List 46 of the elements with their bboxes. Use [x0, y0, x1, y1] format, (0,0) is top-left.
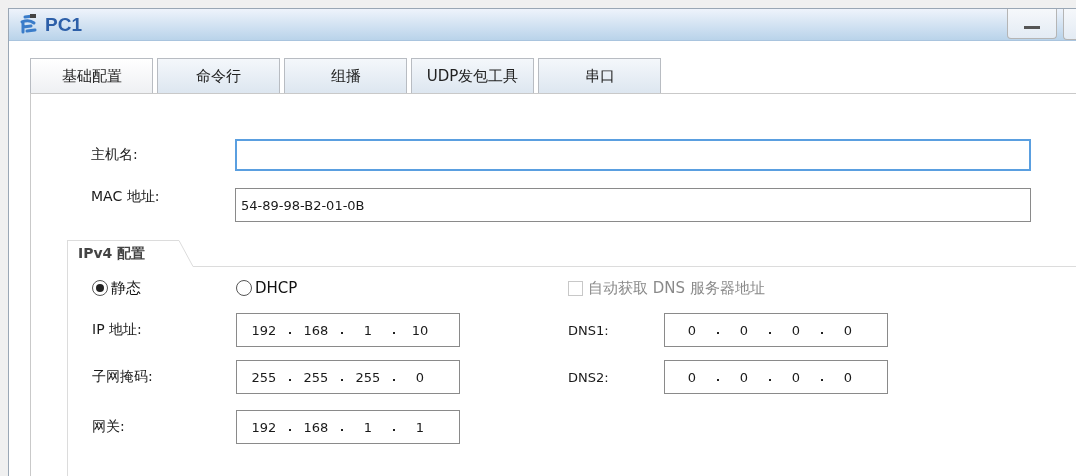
ip-address-field[interactable]: 192 168 1 10	[236, 313, 460, 347]
radio-button[interactable]: DHCP	[236, 279, 460, 297]
field-label: 网关:	[92, 418, 126, 436]
ip-address-field[interactable]: 255 255 255 0	[236, 360, 460, 394]
window-title: PC1	[45, 13, 82, 36]
tab[interactable]: 基础配置	[30, 58, 153, 93]
octet-field[interactable]: 0	[777, 322, 815, 338]
octet-field[interactable]: 0	[777, 369, 815, 385]
octet-field[interactable]: 0	[725, 322, 763, 338]
octet-field[interactable]: 0	[725, 369, 763, 385]
tab[interactable]: 命令行	[157, 58, 280, 93]
field-label: 主机名:	[91, 146, 139, 164]
field-label: MAC 地址:	[91, 187, 161, 206]
group-title: IPv4 配置	[67, 240, 176, 267]
octet-field[interactable]: 1	[349, 419, 387, 435]
octet-field[interactable]: 168	[297, 322, 335, 338]
octet-field[interactable]: 192	[245, 322, 283, 338]
octet-field[interactable]: 0	[401, 369, 439, 385]
field-label: DNS2:	[568, 369, 610, 385]
minimize-button[interactable]	[1007, 9, 1057, 39]
octet-field[interactable]: 168	[297, 419, 335, 435]
octet-field[interactable]: 1	[401, 419, 439, 435]
tab[interactable]: 组播	[284, 58, 407, 93]
octet-field[interactable]: 0	[673, 322, 711, 338]
octet-field[interactable]: 255	[245, 369, 283, 385]
mac-address-field[interactable]: 54-89-98-B2-01-0B	[235, 188, 1031, 222]
octet-field[interactable]: 255	[297, 369, 335, 385]
radio-button[interactable]: 静态	[92, 278, 236, 298]
field-label: IP 地址:	[92, 321, 143, 339]
ip-address-field[interactable]: 0 0 0 0	[664, 313, 888, 347]
octet-field[interactable]: 0	[673, 369, 711, 385]
octet-field[interactable]: 0	[829, 369, 867, 385]
network-cable-icon	[19, 13, 39, 36]
octet-field[interactable]: 255	[349, 369, 387, 385]
octet-field[interactable]: 192	[245, 419, 283, 435]
tab[interactable]: UDP发包工具	[411, 58, 534, 93]
octet-field[interactable]: 10	[401, 322, 439, 338]
tab[interactable]: 串口	[538, 58, 661, 93]
octet-field[interactable]: 1	[349, 322, 387, 338]
field-label: 子网掩码:	[92, 368, 154, 386]
ip-address-field[interactable]: 0 0 0 0	[664, 360, 888, 394]
ip-address-field[interactable]: 192 168 1 1	[236, 410, 460, 444]
hostname-field[interactable]	[235, 139, 1031, 171]
octet-field[interactable]: 0	[829, 322, 867, 338]
window-control-button[interactable]	[1063, 9, 1076, 40]
field-label: DNS1:	[568, 322, 610, 338]
